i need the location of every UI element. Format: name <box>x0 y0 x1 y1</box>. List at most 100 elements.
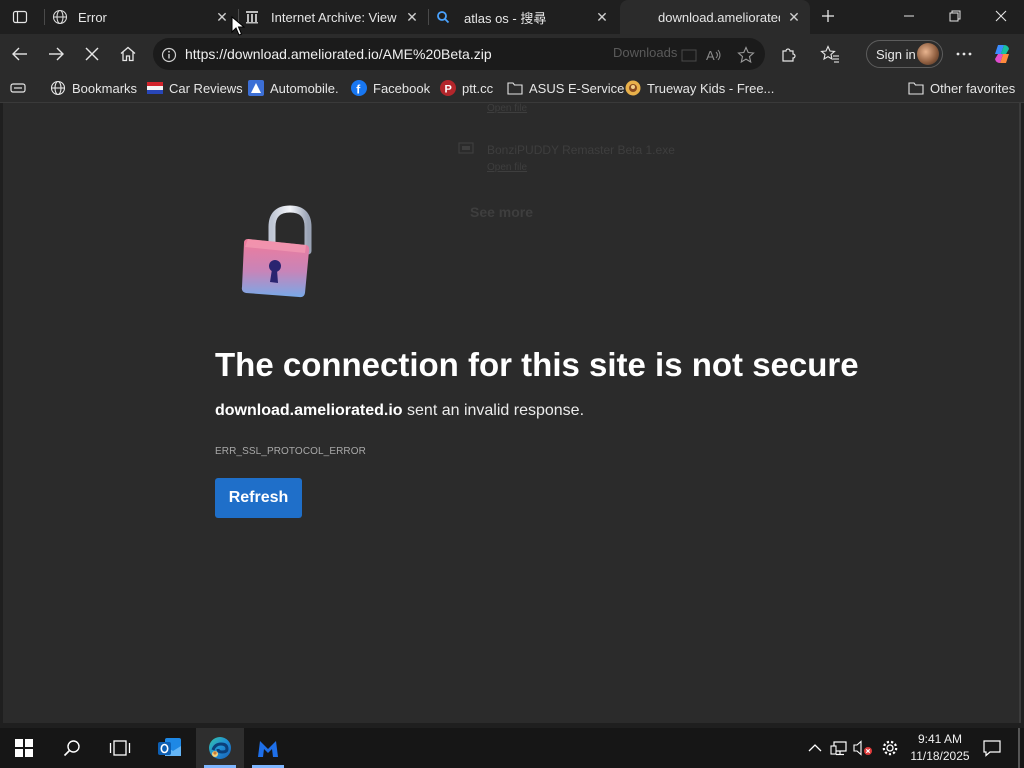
copilot-icon <box>995 45 1009 63</box>
flag-icon <box>147 80 163 96</box>
avatar <box>917 43 939 65</box>
restore-button[interactable] <box>932 0 978 32</box>
globe-icon <box>52 9 68 25</box>
ghost-file-icon <box>458 142 474 157</box>
taskbar-clock[interactable]: 9:41 AM 11/18/2025 <box>905 731 975 765</box>
facebook-icon: f <box>351 80 367 96</box>
add-favorite-button[interactable] <box>736 45 756 65</box>
error-message-text: sent an invalid response. <box>402 402 585 419</box>
bookmark-label: Trueway Kids - Free... <box>647 80 775 96</box>
minimize-button[interactable] <box>886 0 932 32</box>
close-window-button[interactable] <box>978 0 1024 32</box>
ptt-icon: P <box>440 80 456 96</box>
network-icon <box>830 741 847 756</box>
bookmark-label: ptt.cc <box>462 80 494 96</box>
error-code: ERR_SSL_PROTOCOL_ERROR <box>215 446 366 457</box>
error-host: download.ameliorated.io <box>215 402 403 419</box>
tab-download-ameliorated[interactable]: download.ameliorated.io ✕ <box>620 0 810 34</box>
downloads-panel-ghost-title: Downloads <box>613 45 678 60</box>
bookmark-car-reviews[interactable]: Car Reviews <box>147 79 243 97</box>
settings-more-button[interactable] <box>949 39 979 69</box>
arrow-right-icon <box>49 47 64 61</box>
extensions-button[interactable] <box>774 39 804 69</box>
taskbar-outlook[interactable] <box>146 728 194 768</box>
read-aloud-button[interactable]: A <box>704 45 724 65</box>
volume-button[interactable] <box>853 738 873 758</box>
ghost-open-file-link: Open file <box>487 162 528 173</box>
address-bar[interactable]: https://download.ameliorated.io/AME%20Be… <box>153 38 765 70</box>
minimize-icon <box>904 15 914 17</box>
svg-text:A: A <box>706 48 715 63</box>
tab-actions-icon <box>12 10 28 24</box>
bookmark-facebook[interactable]: f Facebook <box>351 79 430 97</box>
tab-atlas-search[interactable]: atlas os - 搜尋 ✕ <box>432 0 616 34</box>
back-button[interactable] <box>5 39 35 69</box>
star-icon <box>737 46 755 64</box>
folder-icon <box>908 80 924 96</box>
clock-time: 9:41 AM <box>917 732 963 746</box>
error-title: The connection for this site is not secu… <box>215 346 859 383</box>
stop-icon <box>85 47 99 61</box>
globe-icon <box>50 80 66 96</box>
tab-close-button[interactable]: ✕ <box>594 9 610 25</box>
tab-internet-archive[interactable]: Internet Archive: View Ar ✕ <box>242 0 426 34</box>
network-button[interactable] <box>829 738 849 758</box>
ghost-download-item: BonziPUDDY Remaster Beta 1.exe <box>487 143 675 157</box>
favorites-icon <box>820 45 839 63</box>
search-icon <box>437 11 450 24</box>
tab-title: Internet Archive: View Ar <box>271 9 398 25</box>
taskbar-search-button[interactable] <box>48 728 96 768</box>
taskbar-malwarebytes[interactable] <box>244 728 292 768</box>
bookmark-bookmarks[interactable]: Bookmarks <box>50 79 137 97</box>
arrow-left-icon <box>12 47 27 61</box>
task-view-icon <box>109 740 131 756</box>
taskbar: 9:41 AM 11/18/2025 <box>0 728 1024 768</box>
bookmark-ptt[interactable]: P ptt.cc <box>440 79 493 97</box>
notifications-button[interactable] <box>982 738 1002 758</box>
tab-error[interactable]: Error ✕ <box>50 0 236 34</box>
puzzle-icon <box>782 48 796 62</box>
bookmark-label: ASUS E-Service <box>529 80 625 96</box>
mouse-cursor-icon <box>231 16 245 36</box>
bookmark-label: Other favorites <box>930 80 1016 96</box>
ghost-see-more: See more <box>470 204 534 220</box>
start-button[interactable] <box>0 728 48 768</box>
info-icon[interactable] <box>159 45 179 65</box>
folder-icon <box>507 80 523 96</box>
stop-loading-button[interactable] <box>77 39 107 69</box>
triangle-icon <box>248 80 264 96</box>
tab-close-button[interactable]: ✕ <box>786 9 802 25</box>
copilot-button[interactable] <box>987 39 1017 69</box>
bookmark-automobile[interactable]: Automobile. <box>248 79 339 97</box>
refresh-button[interactable]: Refresh <box>215 478 302 518</box>
collections-button[interactable] <box>10 79 32 97</box>
taskbar-edge[interactable] <box>196 728 244 768</box>
bookmark-trueway-kids[interactable]: Trueway Kids - Free... <box>625 79 774 97</box>
bookmark-label: Automobile. <box>270 80 339 96</box>
home-button[interactable] <box>113 39 143 69</box>
tab-close-button[interactable]: ✕ <box>404 9 420 25</box>
windows-logo-icon <box>15 739 33 757</box>
show-desktop-button[interactable] <box>1018 728 1020 768</box>
task-view-button[interactable] <box>96 728 144 768</box>
malwarebytes-icon <box>258 741 278 757</box>
sign-in-button[interactable]: Sign in <box>866 40 943 68</box>
tab-close-button[interactable]: ✕ <box>214 9 230 25</box>
new-tab-button[interactable] <box>816 4 840 28</box>
unlocked-padlock-icon <box>241 205 312 298</box>
other-favorites-folder[interactable]: Other favorites <box>908 79 1015 97</box>
favorites-bar: Bookmarks Car Reviews Automobile. f Face… <box>0 74 1024 103</box>
tab-title: Error <box>78 9 107 25</box>
settings-button[interactable] <box>880 738 900 758</box>
edge-icon <box>209 737 231 759</box>
tab-title: download.ameliorated.io <box>658 9 780 25</box>
clock-date: 11/18/2025 <box>910 749 970 763</box>
forward-button[interactable] <box>41 39 71 69</box>
show-hidden-icons-button[interactable] <box>805 738 825 758</box>
url-text[interactable]: https://download.ameliorated.io/AME%20Be… <box>185 46 492 62</box>
bookmark-asus-eservice[interactable]: ASUS E-Service <box>507 79 624 97</box>
navigation-toolbar: https://download.ameliorated.io/AME%20Be… <box>0 34 1024 74</box>
gear-icon <box>882 740 898 756</box>
favorites-button[interactable] <box>815 39 845 69</box>
tab-actions-button[interactable] <box>8 6 32 28</box>
